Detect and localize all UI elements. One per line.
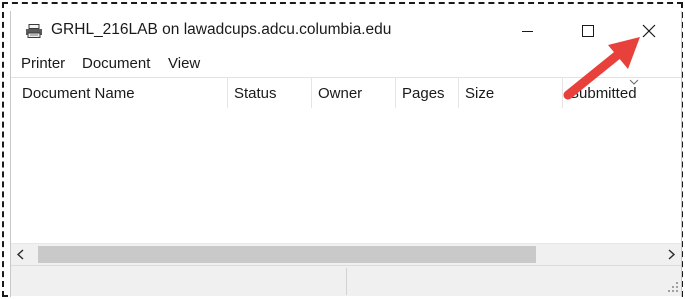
- status-pane: [348, 268, 666, 295]
- red-arrow-annotation: [563, 37, 640, 100]
- status-bar: [11, 265, 681, 296]
- column-header-owner[interactable]: Owner: [312, 78, 396, 108]
- column-header-document-name[interactable]: Document Name: [16, 78, 228, 108]
- scrollbar-thumb[interactable]: [38, 246, 536, 263]
- column-header-label: Size: [465, 85, 495, 102]
- scroll-left-arrow-icon[interactable]: [11, 244, 31, 265]
- resize-grip-icon[interactable]: [667, 281, 679, 293]
- horizontal-scrollbar[interactable]: [11, 243, 681, 265]
- menu-document[interactable]: Document: [82, 55, 150, 72]
- status-pane: [11, 268, 347, 295]
- menu-printer[interactable]: Printer: [21, 55, 65, 72]
- column-header-label: Pages: [402, 85, 445, 102]
- column-header-pages[interactable]: Pages: [396, 78, 459, 108]
- menu-view[interactable]: View: [168, 55, 200, 72]
- column-header-size[interactable]: Size: [459, 78, 563, 108]
- column-header-label: Owner: [318, 85, 363, 102]
- screenshot-frame: GRHL_216LAB on lawadcups.adcu.columbia.e…: [0, 0, 685, 299]
- window-title: GRHL_216LAB on lawadcups.adcu.columbia.e…: [51, 21, 392, 38]
- column-header-status[interactable]: Status: [228, 78, 312, 108]
- scroll-right-arrow-icon[interactable]: [661, 244, 681, 265]
- printer-icon: [26, 24, 42, 38]
- minimize-icon: [522, 31, 533, 32]
- column-header-label: Document Name: [22, 85, 135, 102]
- column-header-label: Status: [234, 85, 277, 102]
- minimize-button[interactable]: [496, 11, 558, 51]
